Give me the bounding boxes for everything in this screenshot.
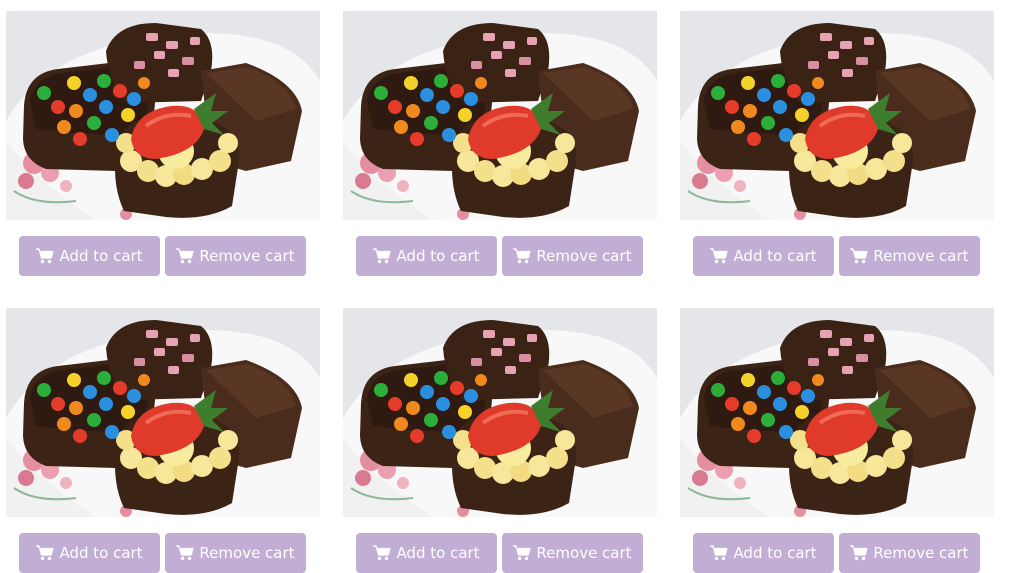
cart-icon <box>36 545 54 561</box>
remove-cart-button[interactable]: Remove cart <box>502 236 643 276</box>
remove-cart-label: Remove cart <box>536 247 632 265</box>
cart-icon <box>373 248 391 264</box>
remove-cart-label: Remove cart <box>873 544 969 562</box>
cart-icon <box>176 545 194 561</box>
card-actions: Add to cart Remove cart <box>693 236 980 276</box>
cart-icon <box>850 545 868 561</box>
product-card: Add to cart Remove cart <box>343 308 657 573</box>
cart-icon <box>850 248 868 264</box>
product-image <box>6 11 320 220</box>
add-to-cart-label: Add to cart <box>733 247 817 265</box>
add-to-cart-button[interactable]: Add to cart <box>693 236 834 276</box>
remove-cart-label: Remove cart <box>199 247 295 265</box>
cart-icon <box>373 545 391 561</box>
remove-cart-button[interactable]: Remove cart <box>165 533 306 573</box>
add-to-cart-button[interactable]: Add to cart <box>693 533 834 573</box>
product-card: Add to cart Remove cart <box>343 11 657 276</box>
product-card: Add to cart Remove cart <box>6 308 320 573</box>
add-to-cart-label: Add to cart <box>396 544 480 562</box>
remove-cart-label: Remove cart <box>873 247 969 265</box>
remove-cart-button[interactable]: Remove cart <box>502 533 643 573</box>
add-to-cart-button[interactable]: Add to cart <box>19 533 160 573</box>
add-to-cart-button[interactable]: Add to cart <box>356 236 497 276</box>
add-to-cart-button[interactable]: Add to cart <box>356 533 497 573</box>
add-to-cart-label: Add to cart <box>59 544 143 562</box>
product-image <box>343 11 657 220</box>
add-to-cart-label: Add to cart <box>733 544 817 562</box>
cart-icon <box>710 545 728 561</box>
remove-cart-button[interactable]: Remove cart <box>839 236 980 276</box>
cart-icon <box>513 248 531 264</box>
product-card: Add to cart Remove cart <box>6 11 320 276</box>
product-image <box>680 11 994 220</box>
card-actions: Add to cart Remove cart <box>19 533 306 573</box>
remove-cart-label: Remove cart <box>199 544 295 562</box>
card-actions: Add to cart Remove cart <box>356 236 643 276</box>
product-card: Add to cart Remove cart <box>680 11 994 276</box>
product-card: Add to cart Remove cart <box>680 308 994 573</box>
cart-icon <box>513 545 531 561</box>
remove-cart-button[interactable]: Remove cart <box>839 533 980 573</box>
remove-cart-label: Remove cart <box>536 544 632 562</box>
card-actions: Add to cart Remove cart <box>356 533 643 573</box>
cart-icon <box>710 248 728 264</box>
cart-icon <box>176 248 194 264</box>
product-image <box>343 308 657 517</box>
add-to-cart-label: Add to cart <box>396 247 480 265</box>
remove-cart-button[interactable]: Remove cart <box>165 236 306 276</box>
product-image <box>680 308 994 517</box>
add-to-cart-button[interactable]: Add to cart <box>19 236 160 276</box>
card-actions: Add to cart Remove cart <box>19 236 306 276</box>
cart-icon <box>36 248 54 264</box>
card-actions: Add to cart Remove cart <box>693 533 980 573</box>
product-image <box>6 308 320 517</box>
add-to-cart-label: Add to cart <box>59 247 143 265</box>
